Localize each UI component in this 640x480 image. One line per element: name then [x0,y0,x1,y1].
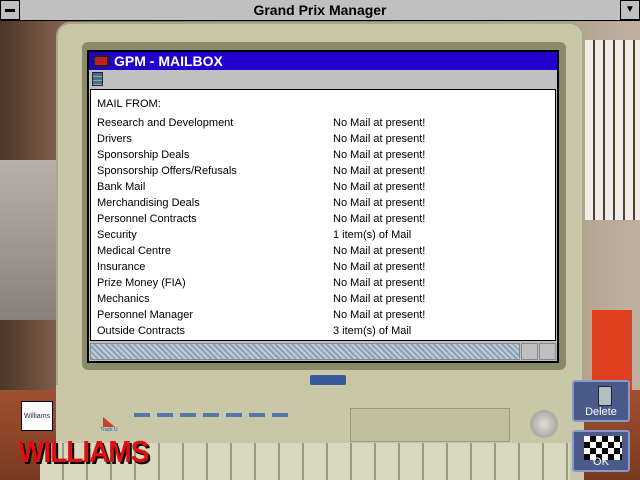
mail-status: No Mail at present! [333,293,426,305]
mail-status: 1 item(s) of Mail [333,229,412,241]
mail-sender: Bank Mail [97,181,146,193]
mail-sender: Merchandising Deals [97,197,200,209]
mail-status: No Mail at present! [333,165,426,177]
mail-row[interactable]: Personnel Contracts No Mail at present! [97,213,537,229]
mail-status: No Mail at present! [333,277,426,289]
mail-status: No Mail at present! [333,149,426,161]
mail-status: No Mail at present! [333,245,426,257]
mailbox-title: GPM - MAILBOX [114,53,223,69]
trash-icon [598,386,612,406]
mail-sender: Mechanics [97,293,150,305]
scroll-button[interactable] [521,343,538,360]
mail-sender: Insurance [97,261,146,273]
mail-status: No Mail at present! [333,181,426,193]
mail-sender: Outside Contracts [97,325,186,337]
mail-row[interactable]: Merchandising Deals No Mail at present! [97,197,537,213]
drive-bay-light [272,413,288,417]
app-title-bar: ▬ Grand Prix Manager ▼ [0,0,640,21]
mail-sender: Research and Development [97,117,234,129]
team-name: WILLIAMS [18,434,149,469]
mail-sender: Medical Centre [97,245,171,257]
mailbox-window: GPM - MAILBOX MAIL FROM: Research and De… [87,50,559,363]
mail-row[interactable]: Bank Mail No Mail at present! [97,181,537,197]
resize-grip[interactable] [539,343,556,360]
mail-row[interactable]: Security 1 item(s) of Mail [97,229,537,245]
mail-from-header: MAIL FROM: [97,98,161,110]
power-knob [530,410,558,438]
mail-status: 3 item(s) of Mail [333,325,412,337]
drive-bay-light [180,413,196,417]
drive-bay-light [203,413,219,417]
mail-row[interactable]: Outside Contracts 3 item(s) of Mail [97,325,537,341]
mail-row[interactable]: Mechanics No Mail at present! [97,293,537,309]
ok-button[interactable]: OK [572,430,630,472]
williams-badge: Williams [21,401,53,431]
mail-sender: Security [97,229,137,241]
minimize-button[interactable]: ▼ [620,0,640,20]
mail-row[interactable]: Insurance No Mail at present! [97,261,537,277]
mail-sender: Personnel Manager [97,309,194,321]
mail-row[interactable]: Sponsorship Deals No Mail at present! [97,149,537,165]
car-icon [93,55,109,67]
mail-status: No Mail at present! [333,261,426,273]
document-icon[interactable] [92,72,103,86]
mail-row[interactable]: Personnel Manager No Mail at present! [97,309,537,325]
drive-bay-light [226,413,242,417]
drive-bay-light [157,413,173,417]
system-menu-button[interactable]: ▬ [0,0,20,20]
mail-sender: Personnel Contracts [97,213,197,225]
mail-sender: Sponsorship Deals [97,149,190,161]
mail-sender: Drivers [97,133,132,145]
mail-status: No Mail at present! [333,213,426,225]
mail-list: MAIL FROM: Research and Development No Ma… [90,89,556,341]
mail-status: No Mail at present! [333,309,426,321]
drive-bay-light [249,413,265,417]
delete-button[interactable]: Delete [572,380,630,422]
mail-row[interactable]: Research and Development No Mail at prese… [97,117,537,133]
mail-status: No Mail at present! [333,133,426,145]
mail-status: No Mail at present! [333,117,426,129]
drive-bay-light [134,413,150,417]
mailbox-title-bar: GPM - MAILBOX [89,52,557,70]
mail-row[interactable]: Drivers No Mail at present! [97,133,537,149]
horizontal-scrollbar[interactable] [90,343,520,360]
mail-row[interactable]: Sponsorship Offers/Refusals No Mail at pr… [97,165,537,181]
mail-status: No Mail at present! [333,197,426,209]
disk-drive [350,408,510,442]
mail-row[interactable]: Medical Centre No Mail at present! [97,245,537,261]
mail-sender: Sponsorship Offers/Refusals [97,165,237,177]
mail-sender: Prize Money (FIA) [97,277,186,289]
mail-row[interactable]: Prize Money (FIA) No Mail at present! [97,277,537,293]
app-title: Grand Prix Manager [253,2,387,18]
monitor-brand-logo [310,375,346,385]
